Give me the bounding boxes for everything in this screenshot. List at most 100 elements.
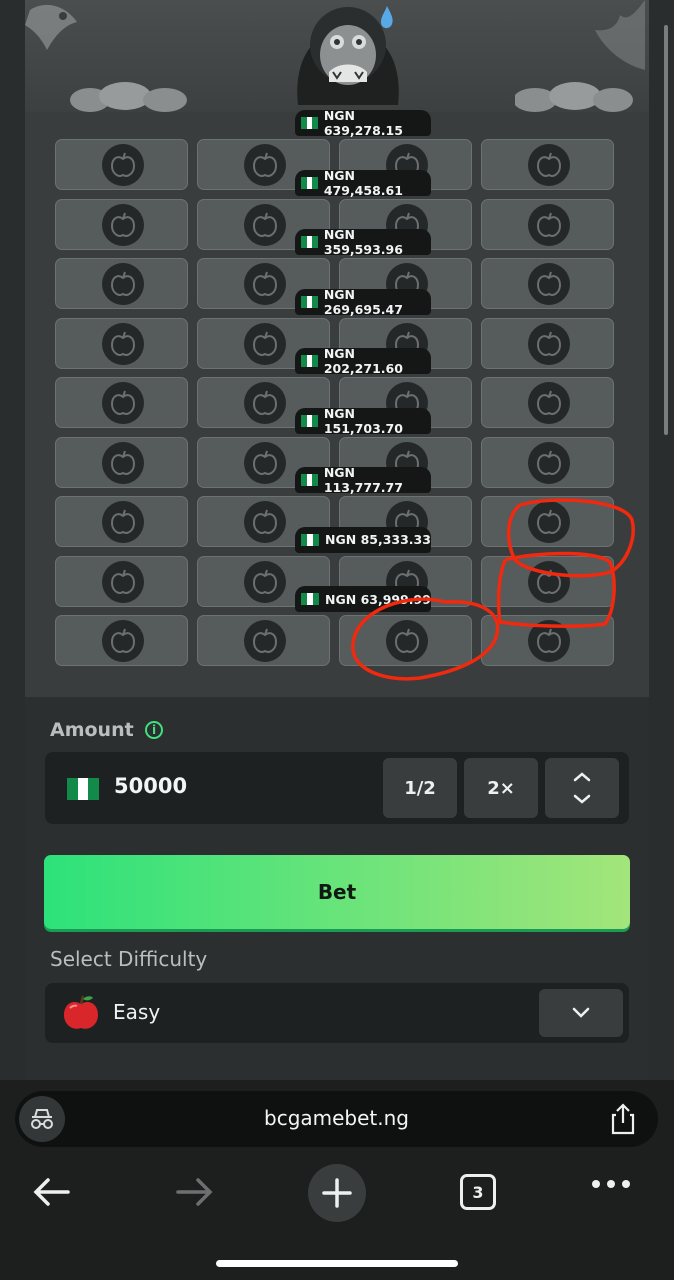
game-tile[interactable] — [481, 377, 614, 428]
game-tile[interactable] — [339, 615, 472, 666]
nigeria-flag-icon — [301, 414, 318, 427]
game-tile[interactable] — [55, 555, 188, 607]
double-amount-button[interactable]: 2× — [464, 758, 538, 818]
nigeria-flag-icon — [301, 355, 318, 367]
fruit-icon — [102, 441, 144, 484]
rocks-decoration-left — [70, 82, 187, 112]
fruit-icon — [528, 501, 570, 543]
bet-button[interactable]: Bet — [44, 855, 630, 929]
difficulty-select[interactable]: Easy — [45, 983, 629, 1043]
fruit-icon — [244, 620, 286, 662]
nigeria-flag-icon — [301, 176, 318, 189]
game-tile[interactable] — [55, 198, 188, 250]
back-arrow-icon[interactable] — [32, 1177, 70, 1207]
game-tile[interactable] — [481, 496, 614, 547]
gorilla-mascot-icon — [297, 6, 399, 105]
up-down-chevron-icon — [573, 772, 591, 804]
fruit-icon — [244, 382, 286, 424]
fruit-icon — [528, 441, 570, 484]
row-payout-badge: NGN 151,703.70 — [295, 405, 431, 436]
rocks-decoration-right — [515, 82, 633, 112]
leaf-decoration-right — [595, 0, 645, 70]
row-payout-badge: NGN 202,271.60 — [295, 346, 431, 376]
row-payout-text: NGN 359,593.96 — [323, 227, 403, 257]
fruit-icon — [102, 382, 144, 424]
row-payout-text: NGN 151,703.70 — [323, 405, 403, 436]
fruit-icon — [244, 441, 286, 484]
address-bar[interactable]: bcgamebet.ng — [15, 1091, 658, 1147]
leaf-decoration-left — [25, 4, 77, 51]
fruit-icon — [528, 382, 570, 424]
game-tile[interactable] — [197, 615, 330, 666]
fruit-icon — [244, 322, 286, 365]
difficulty-dropdown-button[interactable] — [539, 989, 623, 1037]
fruit-icon — [528, 322, 570, 365]
fruit-icon — [102, 144, 144, 186]
game-tile[interactable] — [481, 139, 614, 190]
fruit-icon — [244, 501, 286, 543]
row-payout-badge: NGN 113,777.77 — [295, 465, 431, 495]
home-indicator — [216, 1260, 458, 1267]
game-tile[interactable] — [55, 496, 188, 547]
game-tile[interactable] — [55, 139, 188, 190]
game-tile[interactable] — [481, 555, 614, 607]
game-tile[interactable] — [481, 258, 614, 309]
game-tile[interactable] — [481, 198, 614, 250]
new-tab-button[interactable] — [308, 1164, 366, 1222]
url-text[interactable]: bcgamebet.ng — [15, 1106, 658, 1130]
fruit-icon — [386, 620, 428, 662]
amount-stepper-button[interactable] — [545, 758, 619, 818]
nigeria-flag-icon — [301, 533, 320, 546]
fruit-icon — [528, 144, 570, 186]
row-payout-badge: NGN 63,999.99 — [295, 586, 431, 612]
info-icon[interactable]: i — [145, 721, 163, 739]
difficulty-label: Select Difficulty — [50, 947, 208, 971]
page-scrollbar[interactable] — [664, 25, 668, 435]
share-icon[interactable] — [610, 1103, 636, 1135]
row-payout-text: NGN 479,458.61 — [323, 167, 403, 198]
row-payout-badge: NGN 639,278.15 — [295, 108, 431, 138]
fruit-icon — [528, 560, 570, 603]
game-board: NGN 639,278.15 NGN 479,458.61 NGN 359,593.… — [25, 0, 649, 697]
nigeria-flag-icon — [67, 778, 100, 800]
row-payout-text: NGN 85,333.33 — [325, 532, 431, 547]
fruit-icon — [102, 620, 144, 662]
game-tile[interactable] — [481, 436, 614, 488]
fruit-icon — [244, 144, 286, 186]
game-tile[interactable] — [481, 615, 614, 666]
row-payout-text: NGN 113,777.77 — [323, 465, 403, 495]
fruit-icon — [528, 620, 570, 662]
fruit-icon — [528, 203, 570, 246]
fruit-icon — [102, 263, 144, 305]
row-payout-badge: NGN 359,593.96 — [295, 227, 431, 257]
plus-icon — [322, 1178, 352, 1208]
more-options-icon[interactable] — [592, 1180, 630, 1188]
row-payout-badge: NGN 269,695.47 — [295, 286, 431, 317]
tile-row — [55, 615, 620, 669]
nigeria-flag-icon — [301, 593, 320, 605]
bet-controls: Amount i 50000 1/2 2× Bet Select Difficu… — [25, 697, 649, 1080]
forward-arrow-icon[interactable] — [176, 1177, 214, 1207]
fruit-icon — [102, 560, 144, 603]
game-tile[interactable] — [55, 615, 188, 666]
nigeria-flag-icon — [301, 474, 318, 486]
game-tile[interactable] — [481, 317, 614, 369]
game-tile[interactable] — [55, 377, 188, 428]
game-tile[interactable] — [55, 258, 188, 309]
amount-input[interactable]: 50000 1/2 2× — [45, 752, 629, 824]
nigeria-flag-icon — [301, 117, 318, 129]
fruit-icon — [244, 263, 286, 305]
row-payout-text: NGN 202,271.60 — [323, 346, 403, 376]
game-tile[interactable] — [55, 436, 188, 488]
amount-value[interactable]: 50000 — [114, 774, 187, 798]
half-amount-button[interactable]: 1/2 — [383, 758, 457, 818]
chevron-down-icon — [572, 1007, 590, 1018]
tabs-count-button[interactable]: 3 — [460, 1174, 496, 1210]
fruit-icon — [528, 263, 570, 305]
row-payout-text: NGN 63,999.99 — [325, 591, 431, 607]
difficulty-value: Easy — [113, 1000, 161, 1024]
row-payout-text: NGN 269,695.47 — [323, 286, 403, 317]
fruit-icon — [102, 322, 144, 365]
game-tile[interactable] — [55, 317, 188, 369]
row-payout-badge: NGN 479,458.61 — [295, 167, 431, 198]
